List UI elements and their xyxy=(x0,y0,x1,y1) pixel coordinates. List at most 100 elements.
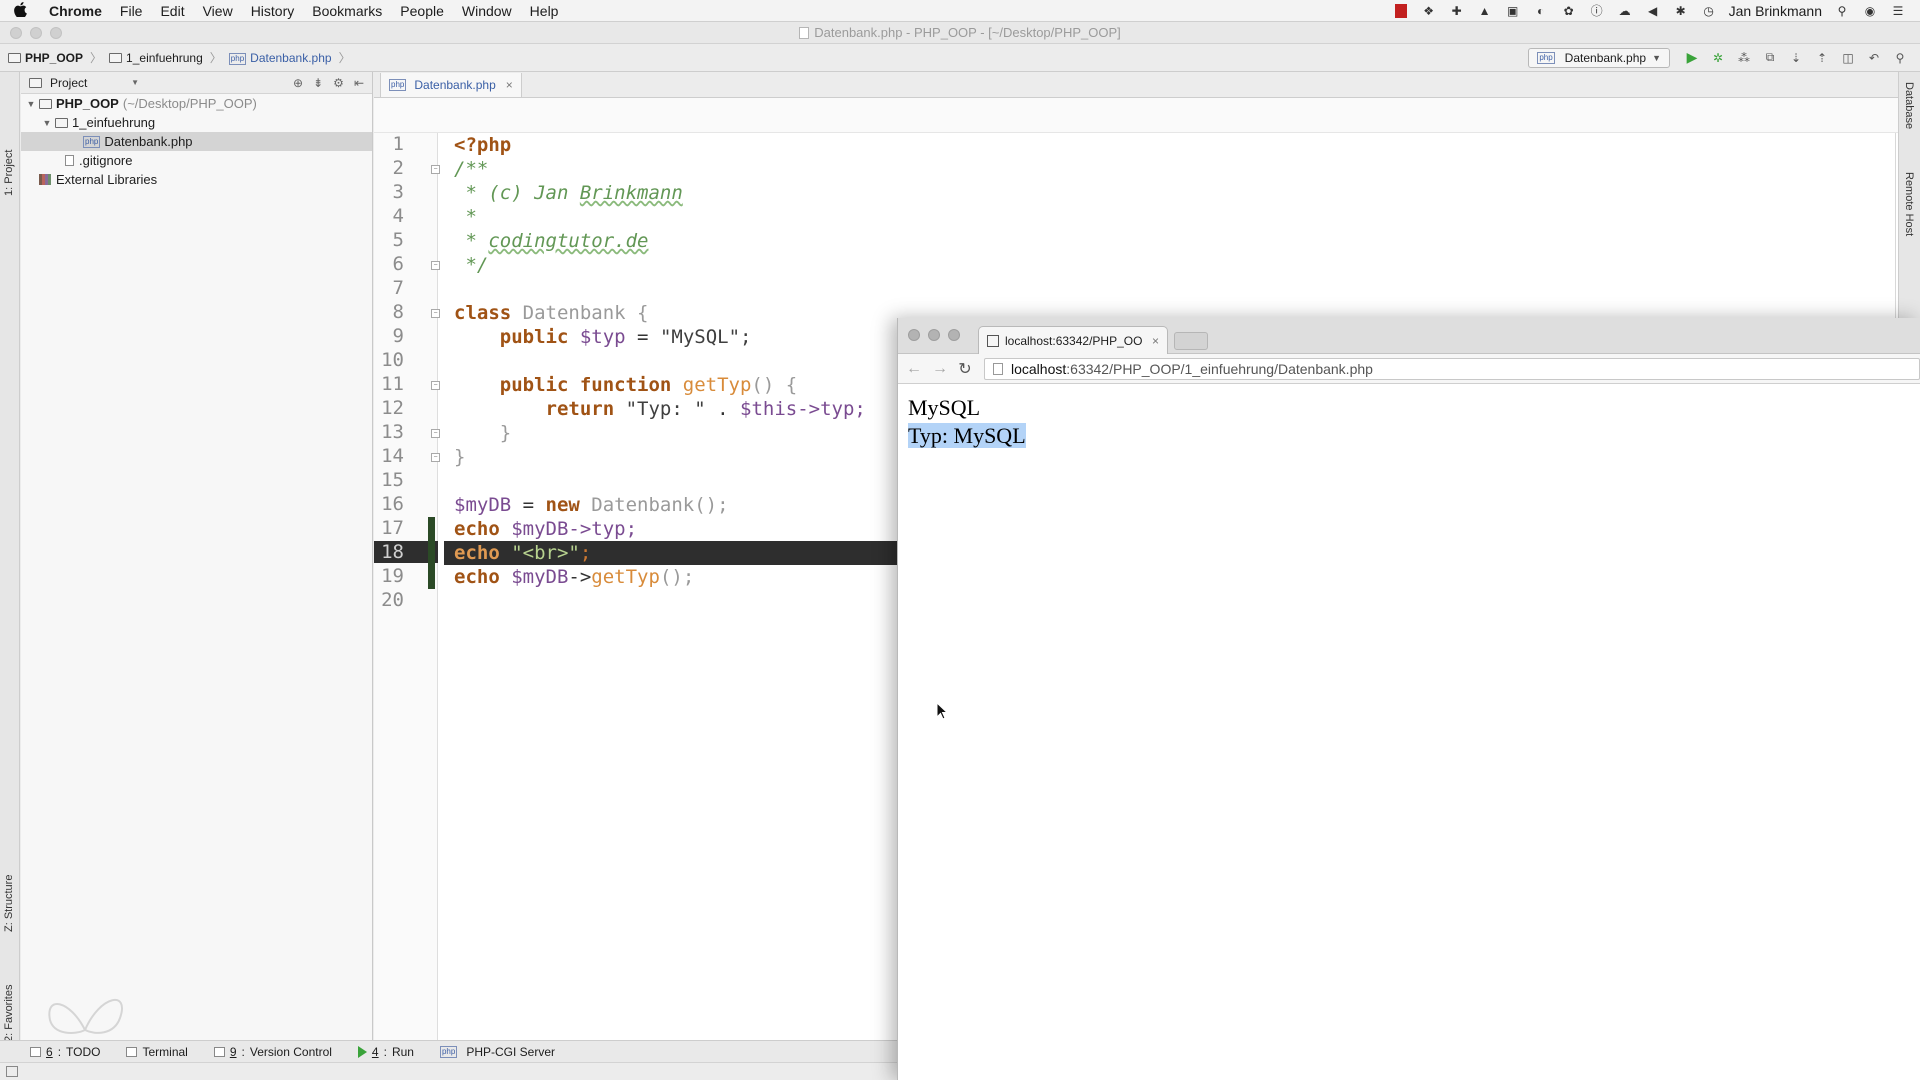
browser-close-button[interactable] xyxy=(908,329,920,341)
menu-window[interactable]: Window xyxy=(453,3,521,19)
volume-icon[interactable]: ◀ xyxy=(1645,4,1661,18)
output-line-selected[interactable]: Typ: MySQL xyxy=(908,423,1026,448)
tree-item-external-libraries[interactable]: External Libraries xyxy=(21,170,372,189)
fold-marker-icon[interactable]: − xyxy=(431,429,440,438)
vcs-revert-icon[interactable]: ↶ xyxy=(1866,50,1882,66)
close-tab-icon[interactable]: × xyxy=(1152,334,1159,348)
close-tab-icon[interactable]: × xyxy=(506,78,513,92)
vcs-update-icon[interactable]: ⇣ xyxy=(1788,50,1804,66)
tool-shortcut-number: 9 xyxy=(229,1044,237,1059)
evernote-icon[interactable]: ✿ xyxy=(1561,4,1577,18)
collapse-all-icon[interactable]: ⇟ xyxy=(313,76,323,90)
menu-edit[interactable]: Edit xyxy=(151,3,193,19)
url-host: localhost xyxy=(1011,360,1067,377)
tool-button-php-cgi-server[interactable]: php PHP-CGI Server xyxy=(439,1045,555,1059)
line-number: 14 xyxy=(381,445,404,467)
reload-icon[interactable]: ↻ xyxy=(958,359,972,379)
close-window-button[interactable] xyxy=(10,27,22,39)
new-tab-button[interactable] xyxy=(1174,332,1208,350)
menu-view[interactable]: View xyxy=(194,3,242,19)
menu-help[interactable]: Help xyxy=(521,3,568,19)
browser-tab[interactable]: localhost:63342/PHP_OO × xyxy=(978,326,1168,354)
run-configuration-select[interactable]: php Datenbank.php ▼ xyxy=(1528,47,1670,68)
browser-minimize-button[interactable] xyxy=(928,329,940,341)
forward-arrow-icon[interactable]: → xyxy=(932,360,948,378)
tool-tab-project-label: 1: Project xyxy=(3,149,15,196)
menu-people[interactable]: People xyxy=(391,3,453,19)
tool-button-run[interactable]: 4: Run xyxy=(357,1044,414,1059)
todo-icon xyxy=(30,1046,41,1057)
line-number: 5 xyxy=(392,229,404,251)
info-icon[interactable]: ⓘ xyxy=(1589,4,1605,18)
menu-bookmarks[interactable]: Bookmarks xyxy=(303,3,391,19)
vcs-change-marker[interactable] xyxy=(428,517,435,589)
search-icon[interactable]: ⚲ xyxy=(1892,50,1908,66)
menu-history[interactable]: History xyxy=(242,3,304,19)
tool-button-version-control[interactable]: 9: Version Control xyxy=(213,1044,332,1059)
window-controls xyxy=(10,27,62,39)
gear-icon[interactable]: ⚙ xyxy=(333,76,344,90)
tree-item-gitignore[interactable]: .gitignore xyxy=(21,151,372,170)
breadcrumb: PHP_OOP 〉 1_einfuehrung 〉 php Datenbank.p… xyxy=(0,49,354,66)
user-name[interactable]: Jan Brinkmann xyxy=(1729,3,1822,19)
tool-tab-favorites[interactable]: 2: Favorites xyxy=(0,952,20,1042)
fold-marker-icon[interactable]: − xyxy=(431,165,440,174)
tool-shortcut-number: 4 xyxy=(371,1044,379,1059)
chevron-down-icon: ▼ xyxy=(1652,52,1661,63)
vcs-compare-icon[interactable]: ◫ xyxy=(1840,50,1856,66)
browser-zoom-button[interactable] xyxy=(948,329,960,341)
expand-arrow-icon[interactable]: ▼ xyxy=(25,99,37,109)
fold-marker-icon[interactable]: − xyxy=(431,381,440,390)
expand-arrow-icon[interactable]: ▼ xyxy=(41,118,53,128)
tree-item-datenbank-php[interactable]: php Datenbank.php xyxy=(21,132,372,151)
breadcrumb-file[interactable]: php Datenbank.php xyxy=(228,51,332,65)
address-bar[interactable]: localhost:63342/PHP_OOP/1_einfuehrung/Da… xyxy=(984,357,1920,380)
fold-marker-icon[interactable]: − xyxy=(431,453,440,462)
menu-app-chrome[interactable]: Chrome xyxy=(40,3,111,19)
comment: * (c) Jan xyxy=(454,182,580,204)
cloud-icon[interactable]: ☁ xyxy=(1617,4,1633,18)
tool-tab-project[interactable]: 1: Project xyxy=(0,134,20,204)
tool-tab-remote-host[interactable]: Remote Host xyxy=(1899,172,1919,262)
bluetooth-icon[interactable]: ✱ xyxy=(1673,4,1689,18)
apple-icon[interactable] xyxy=(0,1,40,20)
project-view-select[interactable]: Project ▼ xyxy=(29,76,139,90)
time-machine-icon[interactable]: ◷ xyxy=(1701,4,1717,18)
siri-icon[interactable]: ◉ xyxy=(1862,4,1878,18)
dropbox-icon[interactable]: ❖ xyxy=(1421,4,1437,18)
toggle-tool-windows-icon[interactable] xyxy=(6,1066,18,1077)
breadcrumb-project[interactable]: PHP_OOP xyxy=(8,51,83,65)
coverage-icon[interactable]: ⁂ xyxy=(1736,50,1752,66)
vcs-commit-icon[interactable]: ⇡ xyxy=(1814,50,1830,66)
fold-marker-icon[interactable]: − xyxy=(431,261,440,270)
window-title-bar: Datenbank.php - PHP_OOP - [~/Desktop/PHP… xyxy=(0,22,1920,44)
red-app-icon[interactable] xyxy=(1393,3,1409,18)
editor-tab-datenbank-php[interactable]: php Datenbank.php × xyxy=(380,73,522,97)
drive-icon[interactable]: ▲ xyxy=(1477,4,1493,18)
menu-file[interactable]: File xyxy=(111,3,152,19)
tree-item-1-einfuehrung[interactable]: ▼ 1_einfuehrung xyxy=(21,113,372,132)
spotlight-search-icon[interactable]: ⚲ xyxy=(1834,4,1850,18)
bookmark-app-icon[interactable]: ▣ xyxy=(1505,4,1521,18)
notification-center-icon[interactable]: ☰ xyxy=(1890,4,1906,18)
minimize-window-button[interactable] xyxy=(30,27,42,39)
status-tray: ❖ ✚ ▲ ▣ ◐ ✿ ⓘ ☁ ◀ ✱ ◷ Jan Brinkmann ⚲ ◉ … xyxy=(1393,3,1920,19)
tool-tab-database[interactable]: Database xyxy=(1899,82,1919,152)
tree-item-php-oop[interactable]: ▼ PHP_OOP (~/Desktop/PHP_OOP) xyxy=(21,94,372,113)
zoom-window-button[interactable] xyxy=(50,27,62,39)
back-arrow-icon[interactable]: ← xyxy=(906,360,922,378)
tool-button-terminal[interactable]: Terminal xyxy=(126,1045,188,1059)
hide-panel-icon[interactable]: ⇤ xyxy=(354,76,364,90)
leaf-icon[interactable]: ◐ xyxy=(1533,4,1549,18)
operator: . xyxy=(705,398,740,420)
fold-marker-icon[interactable]: − xyxy=(431,309,440,318)
plus-cross-icon[interactable]: ✚ xyxy=(1449,4,1465,18)
breadcrumb-folder[interactable]: 1_einfuehrung xyxy=(109,51,203,65)
scroll-from-source-icon[interactable]: ⊕ xyxy=(293,76,303,90)
tool-button-todo[interactable]: 6: TODO xyxy=(30,1045,100,1059)
tool-tab-structure[interactable]: Z: Structure xyxy=(0,842,20,932)
profile-icon[interactable]: ⧉ xyxy=(1762,50,1778,66)
debug-icon[interactable]: ✲ xyxy=(1710,50,1726,66)
run-icon[interactable]: ▶ xyxy=(1684,49,1700,66)
butterfly-watermark-logo xyxy=(48,999,123,1034)
